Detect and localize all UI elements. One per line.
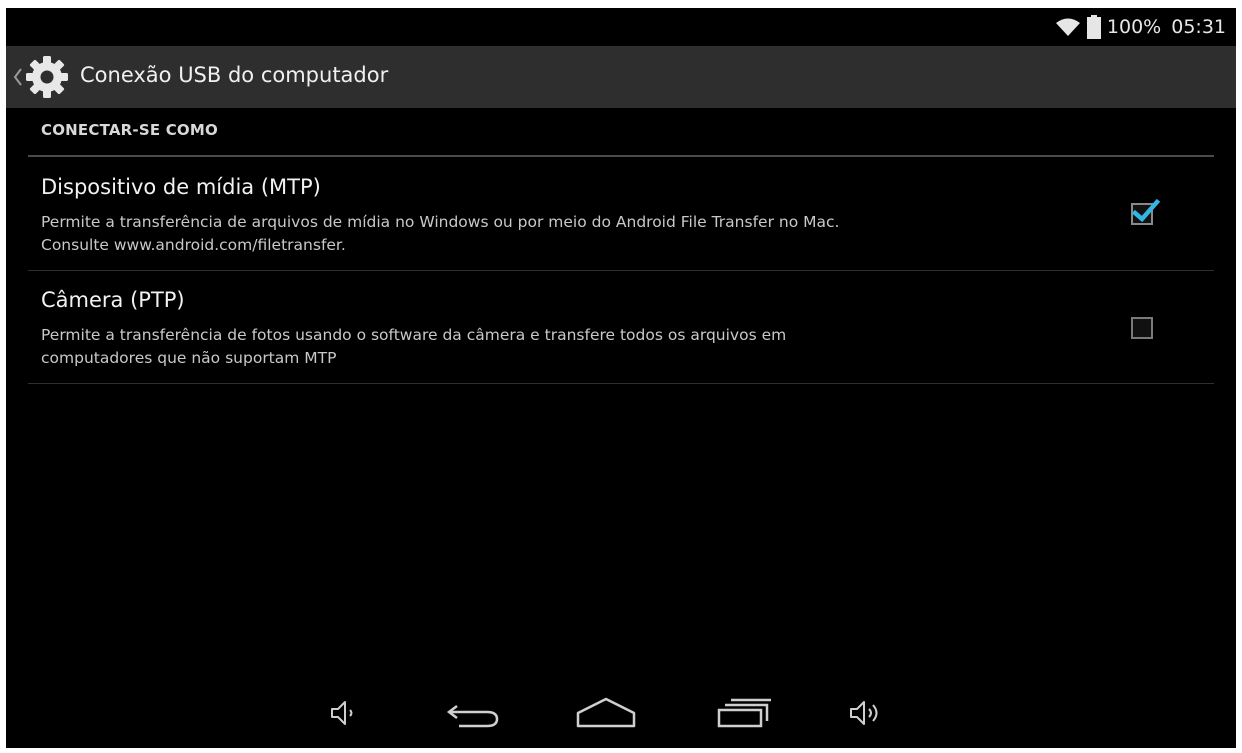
volume-up-icon xyxy=(850,701,878,725)
back-button[interactable] xyxy=(440,688,506,738)
battery-percent: 100% xyxy=(1106,16,1162,38)
chevron-left-icon xyxy=(13,68,22,86)
home-button[interactable] xyxy=(574,688,638,738)
action-bar: Conexão USB do computador xyxy=(6,46,1236,108)
settings-gear-icon xyxy=(26,56,68,98)
recent-apps-button[interactable] xyxy=(714,688,774,738)
home-icon xyxy=(576,697,636,728)
option-divider xyxy=(28,383,1214,384)
volume-down-icon xyxy=(331,701,353,725)
option-mtp-summary-line2: Consulte www.android.com/filetransfer. xyxy=(41,236,346,254)
battery-icon xyxy=(1086,15,1101,39)
navigation-bar xyxy=(6,678,1236,748)
option-mtp[interactable]: Dispositivo de mídia (MTP) Permite a tra… xyxy=(28,157,1214,271)
volume-down-button[interactable] xyxy=(322,688,366,738)
page-title: Conexão USB do computador xyxy=(80,63,389,87)
option-ptp-checkbox[interactable] xyxy=(1131,317,1153,339)
option-ptp-summary: Permite a transferência de fotos usando … xyxy=(41,324,1101,370)
back-icon xyxy=(446,705,499,728)
status-indicators: 100% 05:31 xyxy=(1055,14,1226,40)
clock: 05:31 xyxy=(1171,16,1226,38)
checkmark-icon xyxy=(1131,198,1161,223)
recent-apps-icon xyxy=(717,698,771,728)
android-screen: 100% 05:31 Conexão USB do computador CON… xyxy=(6,8,1236,748)
status-bar: 100% 05:31 xyxy=(6,8,1236,46)
option-ptp-summary-line2: computadores que não suportam MTP xyxy=(41,349,337,367)
option-mtp-checkbox[interactable] xyxy=(1131,198,1161,225)
wifi-icon xyxy=(1055,17,1081,37)
option-mtp-title: Dispositivo de mídia (MTP) xyxy=(41,175,321,199)
section-header: CONECTAR-SE COMO xyxy=(41,121,218,139)
option-ptp[interactable]: Câmera (PTP) Permite a transferência de … xyxy=(28,271,1214,384)
volume-up-button[interactable] xyxy=(842,688,888,738)
option-mtp-summary-line1: Permite a transferência de arquivos de m… xyxy=(41,213,840,231)
option-mtp-summary: Permite a transferência de arquivos de m… xyxy=(41,211,1101,257)
option-ptp-title: Câmera (PTP) xyxy=(41,288,185,312)
option-ptp-summary-line1: Permite a transferência de fotos usando … xyxy=(41,326,787,344)
